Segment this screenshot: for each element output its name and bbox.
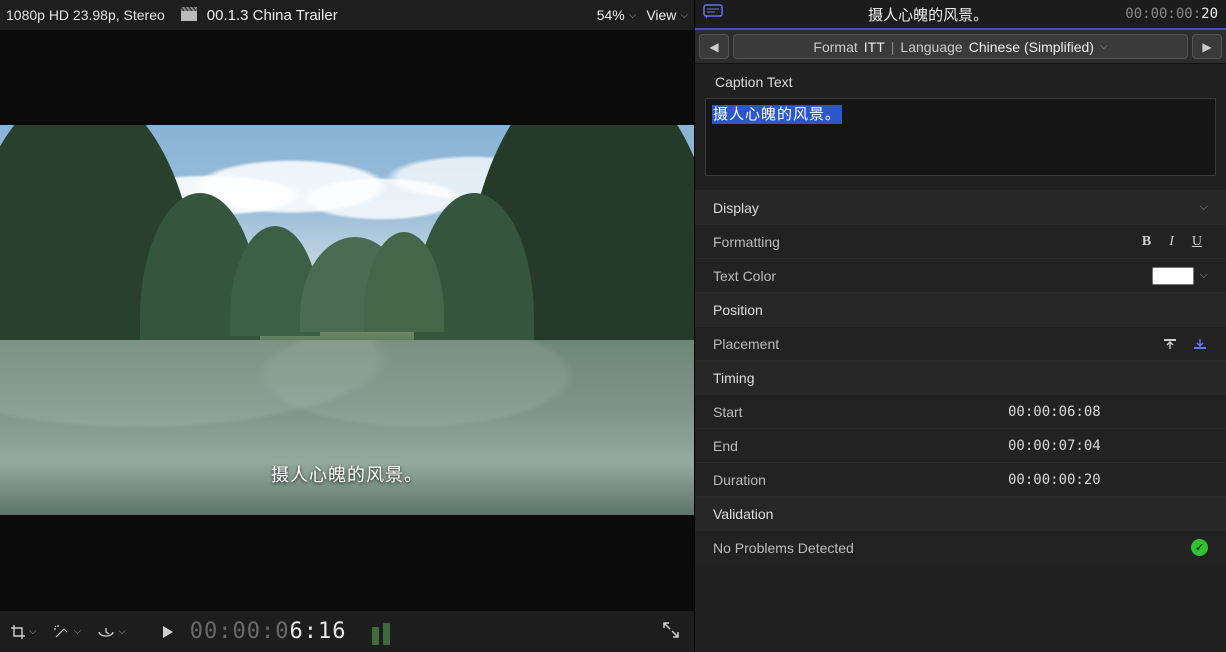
- placement-row: Placement: [695, 326, 1226, 360]
- video-frame: 摄人心魄的风景。: [0, 125, 694, 515]
- duration-value[interactable]: 00:00:00:20: [1008, 472, 1208, 488]
- end-value[interactable]: 00:00:07:04: [1008, 438, 1208, 454]
- placement-label: Placement: [713, 336, 1162, 352]
- zoom-value: 54%: [597, 7, 625, 23]
- chevron-down-icon: ⌵: [1100, 41, 1108, 52]
- fullscreen-icon[interactable]: [662, 621, 680, 642]
- format-info: 1080p HD 23.98p, Stereo: [6, 7, 165, 23]
- audio-meters: [372, 619, 392, 645]
- text-color-label: Text Color: [713, 268, 1152, 284]
- viewer-bottombar: ⌵ ⌵ ⌵ 00:00:06:16: [0, 610, 694, 652]
- start-value[interactable]: 00:00:06:08: [1008, 404, 1208, 420]
- inspector-title: 摄人心魄的风景。: [731, 4, 1125, 25]
- zoom-select[interactable]: 54% ⌵: [597, 7, 637, 23]
- bold-button[interactable]: B: [1142, 234, 1151, 250]
- chevron-down-icon: ⌵: [74, 626, 82, 637]
- timing-label: Timing: [713, 370, 1208, 386]
- format-value: ITT: [864, 39, 885, 55]
- text-color-swatch[interactable]: [1152, 267, 1194, 285]
- placement-top-icon[interactable]: [1162, 337, 1178, 351]
- formatting-row: Formatting B I U: [695, 224, 1226, 258]
- format-language-select[interactable]: Format ITT | Language Chinese (Simplifie…: [733, 34, 1188, 59]
- format-label: Format: [813, 39, 857, 55]
- view-select[interactable]: View ⌵: [646, 7, 688, 23]
- playhead-timecode[interactable]: 00:00:06:16: [190, 619, 347, 644]
- retime-tool[interactable]: ⌵: [97, 624, 126, 640]
- clip-title: 00.1.3 China Trailer: [207, 7, 338, 24]
- view-label: View: [646, 7, 676, 23]
- duration-row: Duration 00:00:00:20: [695, 462, 1226, 496]
- next-caption-button[interactable]: ▶: [1192, 34, 1222, 59]
- formatting-label: Formatting: [713, 234, 1142, 250]
- inspector-tc-bright: 20: [1201, 6, 1218, 22]
- viewer-surface[interactable]: 摄人心魄的风景。: [0, 30, 694, 610]
- effects-tool[interactable]: ⌵: [53, 624, 82, 640]
- inspector-titlebar: 摄人心魄的风景。 00:00:00:20: [695, 0, 1226, 30]
- caption-text-value: 摄人心魄的风景。: [712, 105, 842, 124]
- language-value: Chinese (Simplified): [969, 39, 1094, 55]
- inspector-tc-dim: 00:00:00:: [1125, 6, 1201, 22]
- timing-header: Timing: [695, 360, 1226, 394]
- validation-label: Validation: [713, 506, 1208, 522]
- inspector-pane: 摄人心魄的风景。 00:00:00:20 ◀ Format ITT | Lang…: [695, 0, 1226, 652]
- timecode-bright: 6:16: [290, 619, 347, 644]
- timecode-dim: 00:00:0: [190, 619, 290, 644]
- validation-message: No Problems Detected: [713, 540, 1191, 556]
- start-row: Start 00:00:06:08: [695, 394, 1226, 428]
- validation-row: No Problems Detected ✓: [695, 530, 1226, 564]
- duration-label: Duration: [713, 472, 1008, 488]
- validation-header: Validation: [695, 496, 1226, 530]
- display-label: Display: [713, 200, 1194, 216]
- check-ok-icon: ✓: [1191, 539, 1208, 556]
- position-label: Position: [713, 302, 1208, 318]
- viewer-topbar: 1080p HD 23.98p, Stereo 00.1.3 China Tra…: [0, 0, 694, 30]
- clapperboard-icon: [181, 7, 197, 24]
- caption-text-label: Caption Text: [695, 64, 1226, 98]
- underline-button[interactable]: U: [1192, 234, 1202, 250]
- start-label: Start: [713, 404, 1008, 420]
- chevron-down-icon: ⌵: [680, 10, 688, 21]
- inspector-duration: 00:00:00:20: [1125, 6, 1218, 22]
- crop-tool[interactable]: ⌵: [10, 624, 37, 640]
- caption-icon[interactable]: [703, 4, 723, 25]
- viewer-pane: 1080p HD 23.98p, Stereo 00.1.3 China Tra…: [0, 0, 695, 652]
- placement-bottom-icon[interactable]: [1192, 337, 1208, 351]
- format-bar: ◀ Format ITT | Language Chinese (Simplif…: [695, 30, 1226, 64]
- chevron-down-icon: ⌵: [29, 626, 37, 637]
- end-row: End 00:00:07:04: [695, 428, 1226, 462]
- chevron-down-icon: ⌵: [1200, 201, 1208, 214]
- end-label: End: [713, 438, 1008, 454]
- text-color-row: Text Color ⌵: [695, 258, 1226, 292]
- language-label: Language: [900, 39, 962, 55]
- chevron-down-icon: ⌵: [118, 626, 126, 637]
- play-button[interactable]: [162, 625, 174, 639]
- italic-button[interactable]: I: [1169, 234, 1174, 250]
- chevron-down-icon[interactable]: ⌵: [1200, 269, 1208, 282]
- caption-text-input[interactable]: 摄人心魄的风景。: [705, 98, 1216, 176]
- prev-caption-button[interactable]: ◀: [699, 34, 729, 59]
- display-header[interactable]: Display ⌵: [695, 190, 1226, 224]
- caption-overlay: 摄人心魄的风景。: [0, 461, 694, 487]
- chevron-down-icon: ⌵: [629, 10, 637, 21]
- position-header: Position: [695, 292, 1226, 326]
